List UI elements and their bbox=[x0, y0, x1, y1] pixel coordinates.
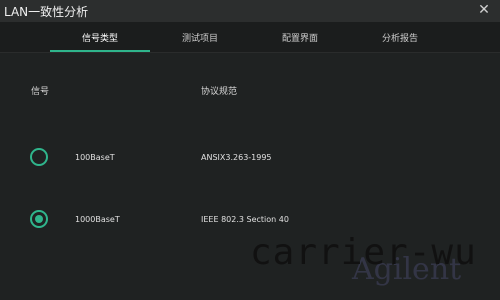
tab-report[interactable]: 分析报告 bbox=[350, 22, 450, 52]
column-header-signal: 信号 bbox=[31, 87, 50, 97]
close-icon[interactable]: ✕ bbox=[476, 2, 492, 18]
column-header-standard: 协议规范 bbox=[201, 87, 238, 97]
radio-1000baset[interactable] bbox=[30, 210, 48, 228]
signal-label: 1000BaseT bbox=[75, 215, 120, 224]
table-row[interactable]: 1000BaseT IEEE 802.3 Section 40 bbox=[0, 205, 500, 235]
signal-label: 100BaseT bbox=[75, 153, 115, 162]
title-bar: LAN一致性分析 ✕ bbox=[0, 0, 500, 22]
app-title: LAN一致性分析 bbox=[4, 4, 89, 19]
tab-bar: 信号类型 测试项目 配置界面 分析报告 bbox=[0, 22, 500, 53]
watermark-text: carrier-wu bbox=[250, 232, 477, 273]
tab-config[interactable]: 配置界面 bbox=[250, 22, 350, 52]
standard-label: IEEE 802.3 Section 40 bbox=[201, 215, 289, 224]
standard-label: ANSIX3.263-1995 bbox=[201, 153, 272, 162]
table-row[interactable]: 100BaseT ANSIX3.263-1995 bbox=[0, 143, 500, 173]
radio-100baset[interactable] bbox=[30, 148, 48, 166]
tab-signal-type[interactable]: 信号类型 bbox=[50, 22, 150, 52]
tab-test-items[interactable]: 测试项目 bbox=[150, 22, 250, 52]
